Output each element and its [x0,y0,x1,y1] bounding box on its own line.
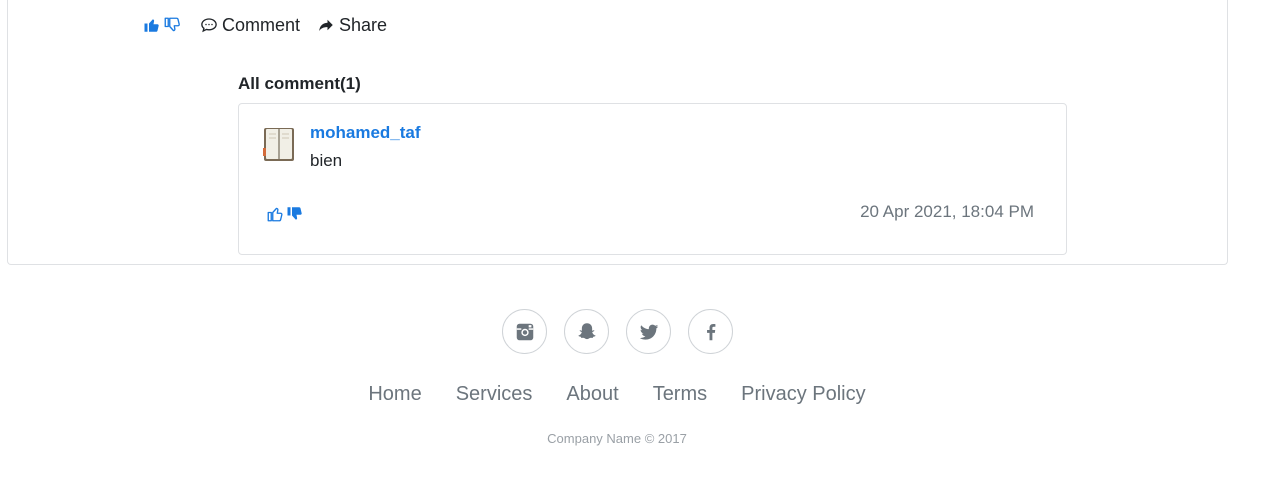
footer-link-privacy-policy[interactable]: Privacy Policy [741,383,865,406]
twitter-button[interactable] [626,309,671,354]
twitter-icon [638,321,660,343]
comment-votes [266,205,306,223]
thumbs-up-filled-icon[interactable] [143,16,161,34]
thumbs-down-filled-icon[interactable] [286,205,304,223]
social-links [502,309,750,354]
share-icon [317,16,335,34]
comment-card: mohamed_taf bien 20 Apr 2021, 18:04 PM [238,103,1067,255]
comment-author-link[interactable]: mohamed_taf [310,123,421,143]
footer-link-about[interactable]: About [566,383,618,406]
footer-link-terms[interactable]: Terms [653,383,707,406]
comments-title: All comment(1) [238,74,361,93]
thumbs-up-outline-icon[interactable] [266,205,284,223]
comment-text: bien [310,151,343,170]
share-label: Share [339,14,388,35]
post-action-bar: Comment Share [143,13,387,37]
comment-button[interactable]: Comment [200,15,300,36]
facebook-icon [700,321,722,343]
comment-label: Comment [222,14,301,35]
avatar [261,124,299,164]
snapchat-icon [576,321,598,343]
copyright-text: Company Name © 2017 [547,431,687,446]
thumbs-down-outline-icon[interactable] [163,16,181,34]
footer-link-home[interactable]: Home [368,383,421,406]
footer-link-services[interactable]: Services [456,383,533,406]
facebook-button[interactable] [688,309,733,354]
footer-nav: Home Services About Terms Privacy Policy [0,383,1234,406]
instagram-button[interactable] [502,309,547,354]
share-button[interactable]: Share [317,15,387,36]
snapchat-button[interactable] [564,309,609,354]
comment-icon [200,16,218,34]
comment-timestamp: 20 Apr 2021, 18:04 PM [860,202,1034,221]
instagram-icon [514,321,536,343]
